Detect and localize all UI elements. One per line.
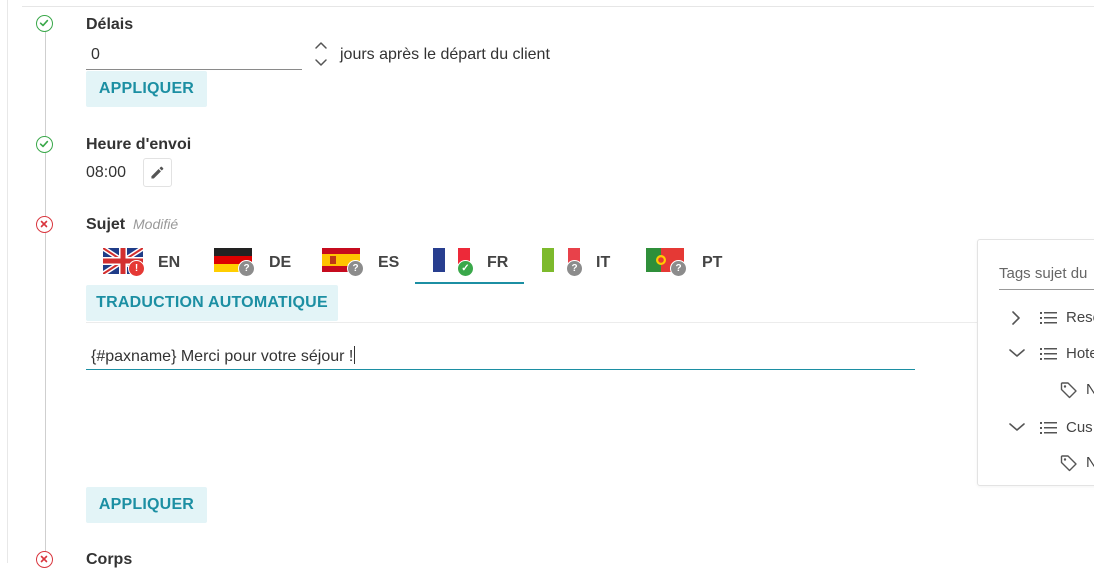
error-circle-icon — [36, 216, 53, 233]
tags-search-input[interactable]: Tags sujet du — [999, 260, 1094, 290]
unknown-badge-icon: ? — [238, 260, 255, 277]
auto-translate-button[interactable]: TRADUCTION AUTOMATIQUE — [86, 285, 338, 321]
chevron-down-icon — [1009, 423, 1025, 431]
tab-es[interactable]: ? ES — [318, 240, 408, 284]
check-circle-icon — [36, 136, 53, 153]
delay-days-value: 0 — [91, 46, 100, 63]
unknown-badge-icon: ? — [347, 260, 364, 277]
tab-it[interactable]: ? IT — [538, 240, 628, 284]
tree-item-label: Cus — [1066, 419, 1093, 436]
tags-panel: Tags sujet du Rese Hote N Cus — [977, 239, 1094, 486]
delay-suffix: jours après le départ du client — [340, 46, 550, 63]
tab-en[interactable]: ! EN — [100, 240, 192, 284]
warning-badge-icon: ! — [128, 260, 145, 277]
subject-input[interactable]: {#paxname} Merci pour votre séjour ! — [86, 340, 915, 370]
tag-icon — [1060, 455, 1077, 472]
chevron-right-icon — [1012, 311, 1020, 325]
heure-envoi-title: Heure d'envoi — [86, 136, 192, 153]
text-caret — [354, 346, 356, 364]
unknown-badge-icon: ? — [670, 260, 687, 277]
chevron-down-icon — [1009, 349, 1025, 357]
tab-fr[interactable]: ✓ FR — [415, 240, 524, 284]
edit-time-button[interactable] — [143, 158, 172, 187]
error-circle-icon — [36, 551, 53, 568]
apply-subject-button[interactable]: APPLIQUER — [86, 487, 207, 523]
tabs-divider — [86, 322, 981, 323]
tab-pt-label: PT — [702, 254, 723, 271]
corps-title: Corps — [86, 551, 133, 568]
unknown-badge-icon: ? — [566, 260, 583, 277]
timeline-line — [45, 30, 46, 563]
tab-de[interactable]: ? DE — [210, 240, 300, 284]
top-divider — [22, 6, 1094, 7]
left-border — [7, 0, 8, 563]
tree-item-label: N — [1086, 381, 1094, 398]
tab-de-label: DE — [269, 254, 292, 271]
tab-fr-label: FR — [487, 254, 509, 271]
tab-pt[interactable]: ? PT — [642, 240, 732, 284]
delais-title: Délais — [86, 16, 134, 33]
sujet-title: Sujet — [86, 216, 126, 233]
check-badge-icon: ✓ — [457, 260, 474, 277]
tree-item-label: N — [1086, 454, 1094, 471]
tree-item-label: Rese — [1066, 309, 1094, 326]
tab-en-label: EN — [158, 254, 181, 271]
send-time-value: 08:00 — [86, 164, 127, 181]
tree-item-label: Hote — [1066, 345, 1094, 362]
subject-text: {#paxname} Merci pour votre séjour ! — [91, 346, 356, 366]
delay-stepper[interactable] — [313, 40, 329, 68]
modified-label: Modifié — [133, 216, 179, 232]
pencil-icon — [151, 166, 164, 179]
apply-delay-button[interactable]: APPLIQUER — [86, 71, 207, 107]
subject-value: {#paxname} Merci pour votre séjour ! — [91, 348, 354, 365]
tab-it-label: IT — [596, 254, 611, 271]
list-icon — [1040, 348, 1057, 360]
tab-es-label: ES — [378, 254, 400, 271]
tag-icon — [1060, 382, 1077, 399]
list-icon — [1040, 422, 1057, 434]
delay-days-input[interactable]: 0 — [86, 40, 302, 70]
tags-search-label: Tags sujet du — [999, 265, 1088, 282]
check-circle-icon — [36, 15, 53, 32]
list-icon — [1040, 312, 1057, 324]
